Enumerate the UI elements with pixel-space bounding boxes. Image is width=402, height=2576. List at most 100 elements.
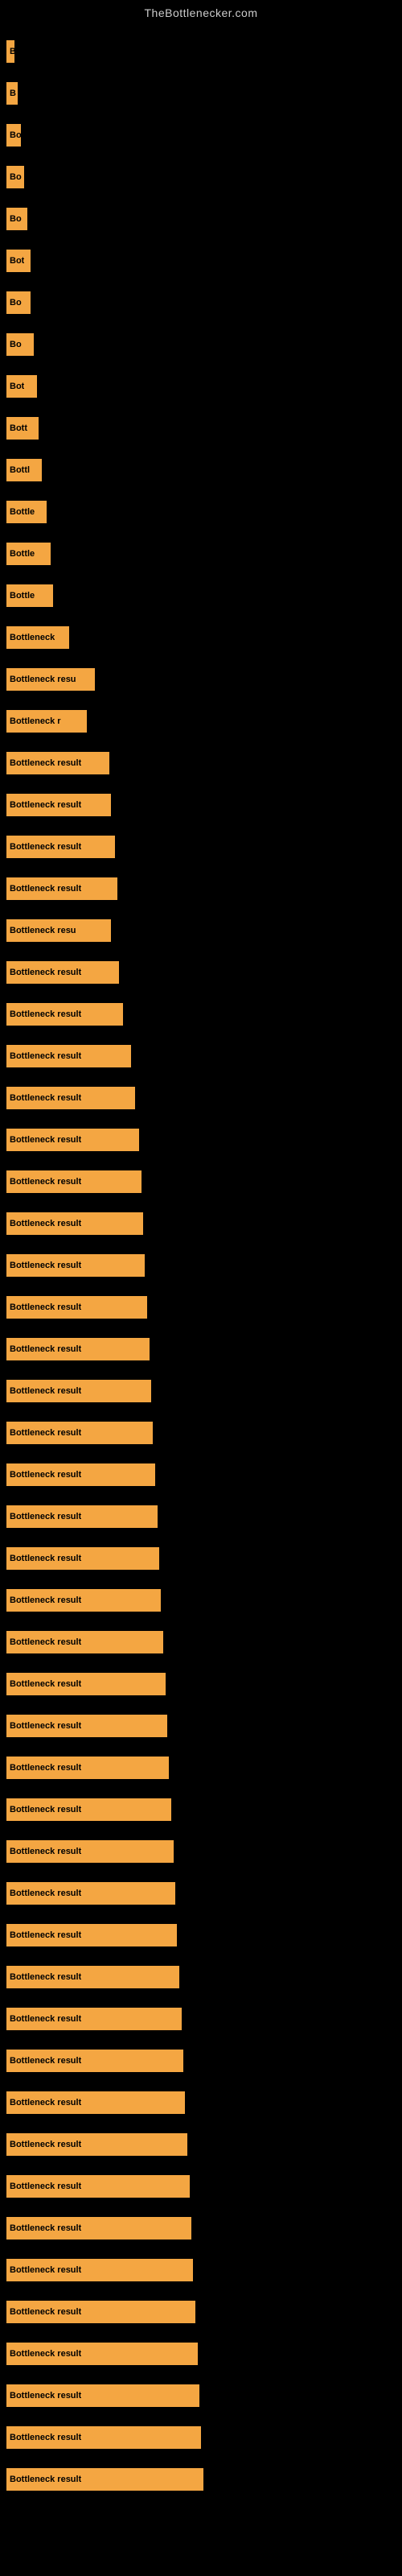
bar-label: Bo [10,298,22,308]
bar-label: Bottleneck result [10,1679,81,1689]
bar-row: Bottleneck result [6,826,402,868]
bar-row: Bottleneck result [6,2040,402,2082]
bar-row: Bottleneck result [6,2124,402,2165]
bar-row: B [6,31,402,72]
bar-label: Bottleneck result [10,2391,81,2401]
bar-label: Bottleneck result [10,1344,81,1354]
bar-row: Bottleneck result [6,2375,402,2417]
bar: Bottleneck r [6,710,87,733]
bar-label: Bottleneck result [10,842,81,852]
bar: Bottleneck result [6,1087,135,1109]
bars-container: BBBoBoBoBotBoBoBotBottBottlBottleBottleB… [0,23,402,2500]
bar-label: Bottleneck result [10,2349,81,2359]
bar: Bottleneck result [6,2301,195,2323]
bar: Bott [6,417,39,440]
bar: B [6,82,18,105]
bar-row: Bo [6,156,402,198]
bar-row: Bottleneck r [6,700,402,742]
bar-row: Bottleneck result [6,1035,402,1077]
bar-row: Bottleneck result [6,1956,402,1998]
bar: Bottleneck result [6,1673,166,1695]
bar-row: Bottleneck result [6,1161,402,1203]
bar-label: Bott [10,423,27,433]
bar: Bottleneck result [6,2468,203,2491]
bar-label: Bo [10,340,22,349]
bar-row: Bottleneck result [6,2291,402,2333]
bar: Bottleneck result [6,1129,139,1151]
bar-label: Bo [10,214,22,224]
bar-label: Bottleneck result [10,1930,81,1940]
bar-label: Bottleneck result [10,2098,81,2107]
bar-row: Bottleneck result [6,1286,402,1328]
bar-label: Bottleneck result [10,2475,81,2484]
bar-row: Bottleneck result [6,1454,402,1496]
bar-label: B [10,89,16,98]
bar-row: Bottle [6,575,402,617]
bar-label: Bottle [10,549,35,559]
bar: Bottleneck result [6,1338,150,1360]
bar-row: Bottleneck [6,617,402,658]
bar: Bottleneck result [6,1924,177,1946]
bar: Bottleneck result [6,752,109,774]
bar-row: Bottleneck result [6,2249,402,2291]
bar: Bottleneck result [6,1254,145,1277]
bar: Bottleneck result [6,1966,179,1988]
bar-label: Bottleneck result [10,1805,81,1814]
bar-label: Bottleneck result [10,2056,81,2066]
bar: Bottleneck result [6,1631,163,1653]
bar-row: Bo [6,114,402,156]
bar: Bottleneck result [6,1798,171,1821]
bar-label: Bottleneck result [10,1051,81,1061]
bar: Bottleneck [6,626,69,649]
bar-row: Bottleneck result [6,2333,402,2375]
bar-row: Bottleneck result [6,1705,402,1747]
bar-label: Bottleneck result [10,1093,81,1103]
bar-row: Bottleneck result [6,1538,402,1579]
bar: Bottleneck result [6,2091,185,2114]
bar-label: Bottleneck result [10,800,81,810]
bar-row: Bottleneck result [6,1747,402,1789]
bar: Bottleneck result [6,2343,198,2365]
bar: Bottleneck result [6,1003,123,1026]
bar-row: Bottleneck result [6,1203,402,1245]
bar: Bottle [6,501,47,523]
bar-row: B [6,72,402,114]
bar-label: Bottleneck result [10,1637,81,1647]
bar-label: Bottleneck result [10,1428,81,1438]
bar-label: B [10,47,14,56]
bar-row: Bot [6,240,402,282]
bar-label: Bottleneck result [10,758,81,768]
bar-row: Bottleneck result [6,1621,402,1663]
bar-row: Bottleneck result [6,993,402,1035]
bar: Bottleneck result [6,2217,191,2240]
bar-row: Bottleneck result [6,952,402,993]
bar-label: Bottleneck result [10,1009,81,1019]
bar-label: Bottleneck result [10,1596,81,1605]
bar-label: Bottleneck r [10,716,61,726]
bar: Bo [6,208,27,230]
bar-row: Bottleneck result [6,1119,402,1161]
bar: Bottleneck result [6,836,115,858]
bar-label: Bottleneck result [10,2182,81,2191]
bar-row: Bottleneck result [6,1914,402,1956]
bar-label: Bottleneck result [10,2223,81,2233]
site-title: TheBottlenecker.com [0,0,402,23]
bar: Bottleneck result [6,1840,174,1863]
bar-label: Bottleneck [10,633,55,642]
bar-label: Bottleneck result [10,1135,81,1145]
bar-label: Bottleneck result [10,1721,81,1731]
bar-row: Bottleneck result [6,1831,402,1872]
bar-row: Bottleneck result [6,742,402,784]
bar-label: Bottleneck resu [10,675,76,684]
bar-label: Bottleneck result [10,1219,81,1228]
bar-label: Bottleneck result [10,968,81,977]
bar-label: Bottleneck result [10,1386,81,1396]
bar: Bottleneck result [6,1589,161,1612]
bar: Bottleneck result [6,2050,183,2072]
bar-label: Bot [10,256,24,266]
bar-row: Bott [6,407,402,449]
bar-label: Bottleneck result [10,1261,81,1270]
bar-label: Bottleneck result [10,1554,81,1563]
bar-row: Bottleneck result [6,1872,402,1914]
bar-row: Bottleneck result [6,868,402,910]
